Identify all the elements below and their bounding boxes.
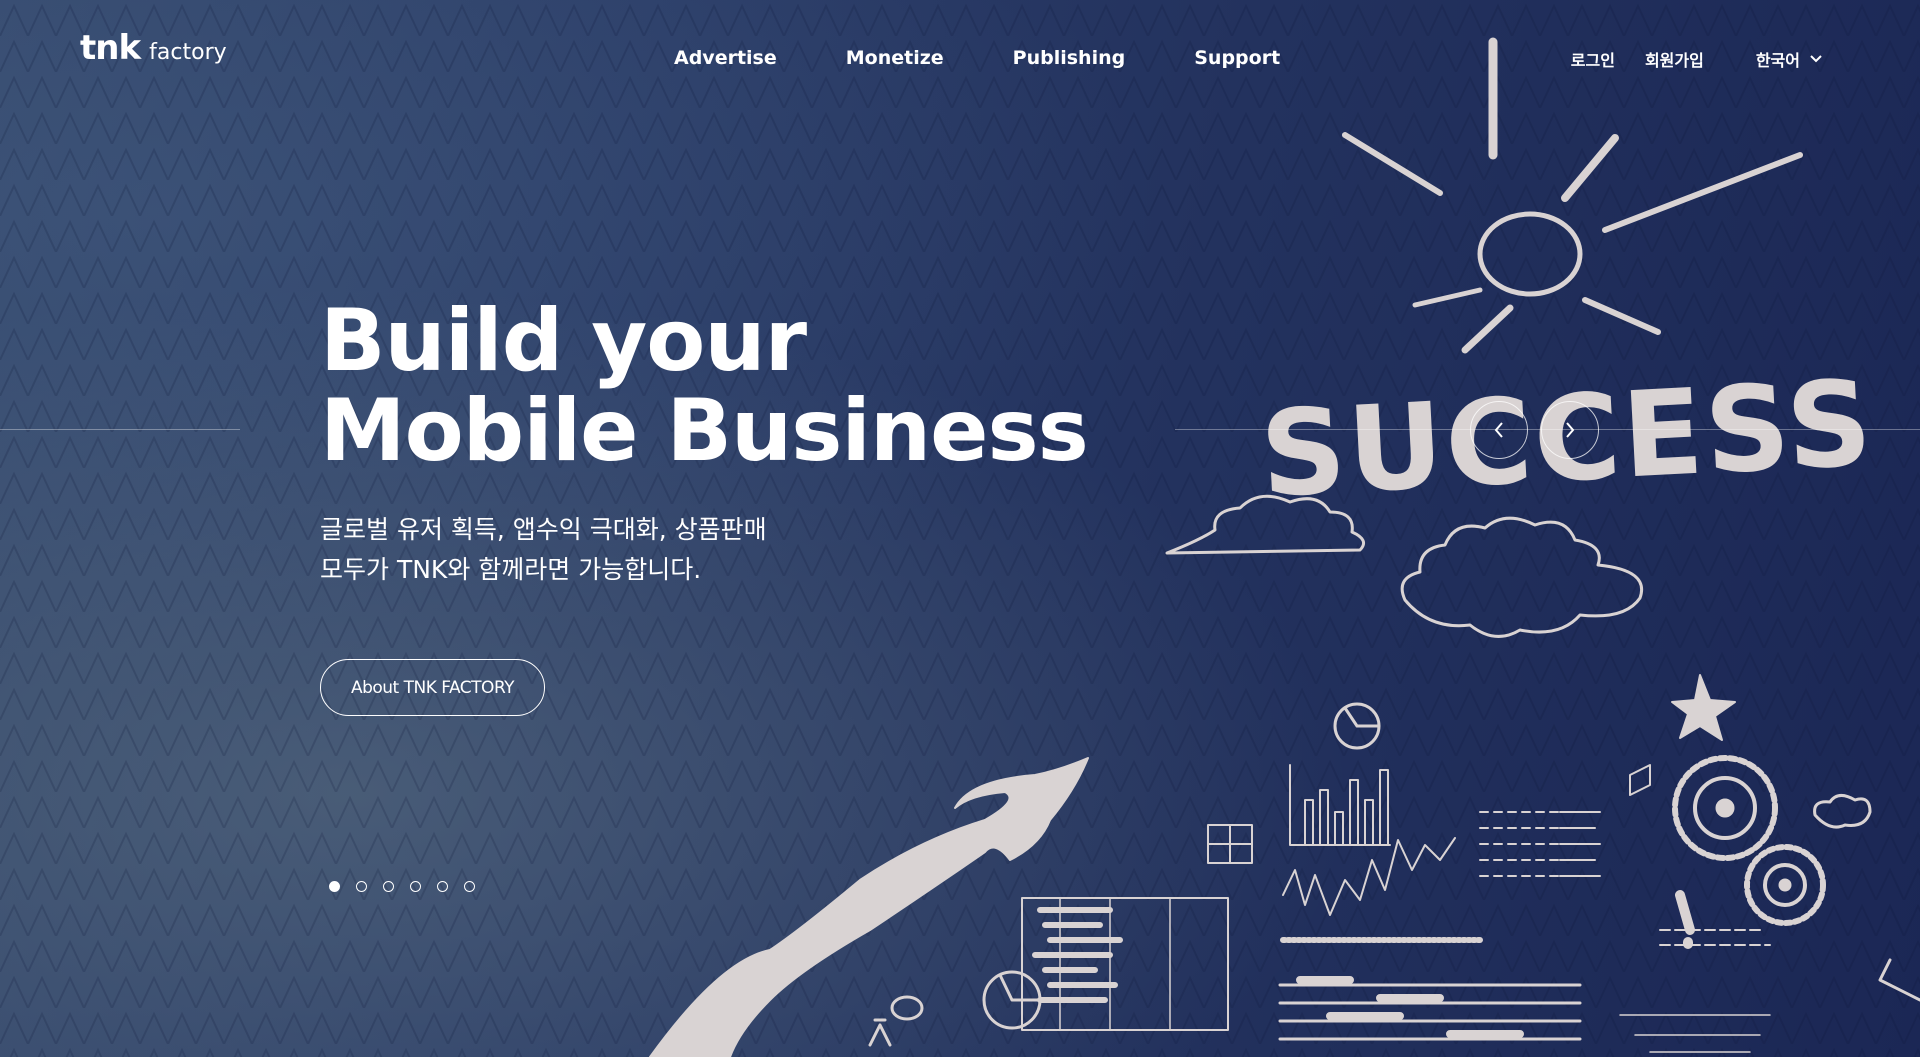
sun-ray [1412,287,1483,308]
nav-item-advertise[interactable]: Advertise [674,47,777,69]
signup-link[interactable]: 회원가입 [1645,47,1704,71]
sun-circle [1477,211,1583,297]
utility-menu: 로그인 회원가입 한국어 [1541,47,1822,71]
logo-main: tnk [80,28,141,68]
slider-dot-2[interactable] [356,881,367,892]
slider-dot-6[interactable] [464,881,475,892]
sun-ray [1602,152,1803,233]
table-sketch [1021,897,1229,1031]
subtext-line-1: 글로벌 유저 획득, 앱수익 극대화, 상품판매 [320,515,767,544]
language-label: 한국어 [1755,51,1800,70]
cloud-right [1400,516,1643,638]
slider-dot-3[interactable] [383,881,394,892]
chevron-left-icon [1494,422,1503,438]
hero-banner: SUCCESS tnk factory Advertise Monetize P… [0,0,1920,1057]
slider-pagination [329,881,491,892]
site-header: tnk factory Advertise Monetize Publishin… [0,0,1920,120]
sun-ray [1342,132,1443,196]
headline-line-1: Build your [320,291,807,391]
slider-dot-5[interactable] [437,881,448,892]
logo-sub: factory [149,40,227,65]
success-sketch-illustration: SUCCESS [649,37,1920,1057]
sun-ray [1582,297,1661,335]
about-button[interactable]: About TNK FACTORY [320,659,545,716]
divider-line-left [0,429,240,430]
sun-ray [1461,304,1514,354]
hero-headline: Build your Mobile Business [320,296,1089,476]
language-selector[interactable]: 한국어 [1756,47,1822,71]
logo[interactable]: tnk factory [80,28,227,68]
hero-subtext: 글로벌 유저 획득, 앱수익 극대화, 상품판매 모두가 TNK와 함께라면 가… [320,510,767,590]
line-chart-sketch [1282,837,1456,916]
sun-ray [1561,134,1619,202]
nav-item-monetize[interactable]: Monetize [846,47,944,69]
star-sketch [1671,674,1736,741]
chevron-down-icon [1810,55,1822,63]
nav-item-publishing[interactable]: Publishing [1013,47,1126,69]
slider-dot-4[interactable] [410,881,421,892]
slider-prev-button[interactable] [1470,401,1528,459]
main-nav: Advertise Monetize Publishing Support [674,47,1349,69]
chevron-right-icon [1566,422,1575,438]
headline-line-2: Mobile Business [320,381,1089,481]
subtext-line-2: 모두가 TNK와 함께라면 가능합니다. [320,555,702,584]
nav-item-support[interactable]: Support [1194,47,1280,69]
login-link[interactable]: 로그인 [1571,47,1615,71]
slider-next-button[interactable] [1541,401,1599,459]
slider-dot-1[interactable] [329,881,340,892]
